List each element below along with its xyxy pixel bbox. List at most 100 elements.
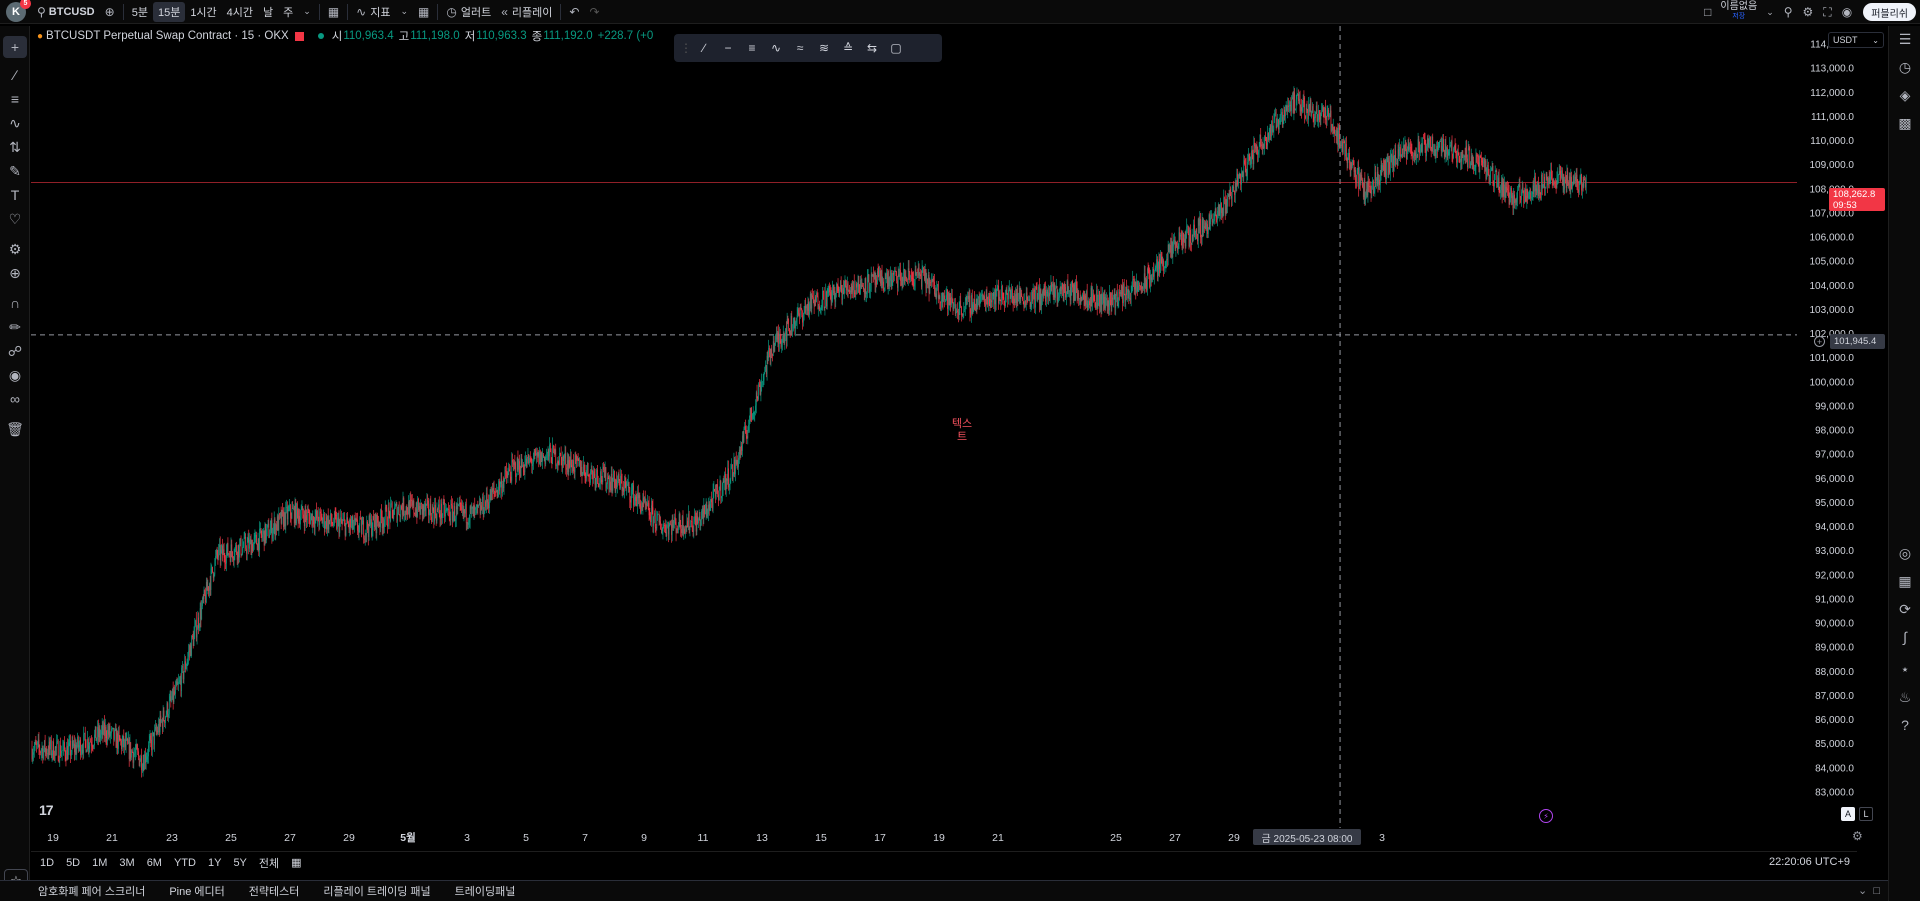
candle-body	[1005, 289, 1007, 298]
crosshair-tool[interactable]: +	[3, 36, 27, 58]
indicators-dropdown[interactable]: ⌄	[395, 2, 413, 22]
watchlist-button[interactable]: ☰	[1893, 28, 1917, 50]
calendar-button[interactable]: ▦	[1893, 570, 1917, 592]
candle	[637, 484, 639, 505]
candle-body	[1098, 291, 1100, 303]
candle-body	[1001, 286, 1002, 302]
candle	[172, 688, 173, 701]
candle	[307, 505, 308, 527]
candle	[776, 326, 778, 343]
candle	[274, 517, 276, 540]
candle-body	[521, 458, 523, 468]
candle	[244, 531, 246, 539]
trendline-tool[interactable]: ∕	[3, 64, 27, 86]
pattern-tool[interactable]: ∿	[3, 112, 27, 134]
replay-button[interactable]: « 리플레이	[496, 2, 557, 22]
account-save[interactable]: 이름없음 저장	[1720, 2, 1757, 22]
candle-body	[519, 461, 520, 474]
candle-body	[322, 520, 324, 524]
snapshot-button[interactable]: ◉	[1837, 2, 1857, 22]
candle-body	[836, 283, 838, 286]
settings-button[interactable]: ⚙	[1798, 2, 1819, 22]
candle	[67, 739, 69, 760]
hide-drawings-tool[interactable]: ◉	[3, 364, 27, 386]
candle	[1104, 289, 1106, 313]
chart-type-button[interactable]: ▦	[323, 2, 344, 22]
chat-button[interactable]: ▩	[1893, 112, 1917, 134]
candle	[676, 528, 678, 534]
undo-button[interactable]: ↶	[564, 2, 584, 22]
symbol-search[interactable]: ⚲ BTCUSD	[32, 2, 100, 22]
interval-1w[interactable]: 주	[278, 2, 298, 22]
alert-button[interactable]: ◷ 얼러트	[441, 2, 496, 22]
candle-body	[806, 306, 808, 311]
fib-tool[interactable]: ≡	[3, 88, 27, 110]
keep-drawing-tool[interactable]: ✏	[3, 316, 27, 338]
pine-button[interactable]: ∫	[1893, 626, 1917, 648]
candle	[424, 500, 425, 518]
icon-tool[interactable]: ♡	[3, 208, 27, 230]
brush-icon: ✎	[9, 162, 21, 179]
candle-body	[385, 507, 387, 509]
candle-body	[92, 746, 94, 748]
measure-tool[interactable]: ⚙	[3, 238, 27, 260]
lock-drawings-tool[interactable]: ☍	[3, 340, 27, 362]
fullscreen-button[interactable]: ⛶	[1818, 2, 1836, 22]
remove-drawings-tool[interactable]: 🗑	[3, 418, 27, 440]
candle-body	[180, 680, 182, 692]
object-tree-button[interactable]: ◈	[1893, 84, 1917, 106]
candle	[961, 305, 962, 322]
candle-body	[577, 457, 579, 461]
candle	[766, 351, 768, 381]
stream-button[interactable]: ⋆	[1893, 658, 1917, 680]
layout-toggle[interactable]: □	[1699, 2, 1716, 22]
notifications-button[interactable]: ♨	[1893, 686, 1917, 708]
compare-symbol-button[interactable]: ⊕	[100, 2, 120, 22]
candle	[303, 510, 305, 534]
alerts-panel-button[interactable]: ◷	[1893, 56, 1917, 78]
candle-body	[663, 524, 665, 527]
interval-1h[interactable]: 1시간	[185, 2, 221, 22]
candle	[111, 726, 112, 740]
candle-body	[482, 496, 484, 515]
account-dropdown[interactable]: ⌄	[1761, 2, 1779, 22]
redo-button[interactable]: ↷	[584, 2, 604, 22]
brush-tool[interactable]: ✎	[3, 160, 27, 182]
candle	[634, 494, 636, 506]
candle-body	[62, 747, 64, 751]
quick-search-button[interactable]: ⚲	[1779, 2, 1798, 22]
text-tool[interactable]: T	[3, 184, 27, 206]
publish-button[interactable]: 퍼블리쉬	[1863, 3, 1916, 21]
candle-body	[382, 523, 384, 529]
zoom-tool[interactable]: ⊕	[3, 262, 27, 284]
candle	[566, 452, 568, 475]
indicators-button[interactable]: ∿ 지표	[351, 2, 395, 22]
chart-area[interactable]: ● BTCUSDT Perpetual Swap Contract · 15 ·…	[31, 26, 1828, 828]
magnet-tool[interactable]: ∩	[3, 292, 27, 314]
interval-1d[interactable]: 날	[258, 2, 278, 22]
interval-dropdown[interactable]: ⌄	[298, 2, 316, 22]
candle-body	[231, 544, 233, 552]
candle-body	[578, 460, 580, 466]
candle	[1012, 295, 1014, 312]
candle-body	[1076, 289, 1078, 299]
interval-4h[interactable]: 4시간	[222, 2, 258, 22]
candlestick-chart[interactable]	[31, 26, 1828, 828]
target-button[interactable]: ◎	[1893, 542, 1917, 564]
candle-body	[401, 509, 403, 515]
candle-body	[419, 506, 421, 515]
candle-body	[758, 384, 759, 399]
candle-body	[840, 280, 842, 289]
link-tool[interactable]: ∞	[3, 388, 27, 410]
candle	[1218, 203, 1220, 216]
candle-body	[1265, 140, 1267, 144]
interval-15m[interactable]: 15분	[152, 1, 186, 22]
layouts-button[interactable]: ▦	[413, 2, 434, 22]
pattern-icon: ∿	[9, 114, 21, 131]
forecast-tool[interactable]: ⇅	[3, 136, 27, 158]
ideas-button[interactable]: ⟳	[1893, 598, 1917, 620]
help-button[interactable]: ?	[1893, 714, 1917, 736]
user-avatar[interactable]: K 5	[6, 0, 31, 22]
interval-5m[interactable]: 5분	[127, 2, 153, 22]
candle-body	[1122, 286, 1124, 304]
